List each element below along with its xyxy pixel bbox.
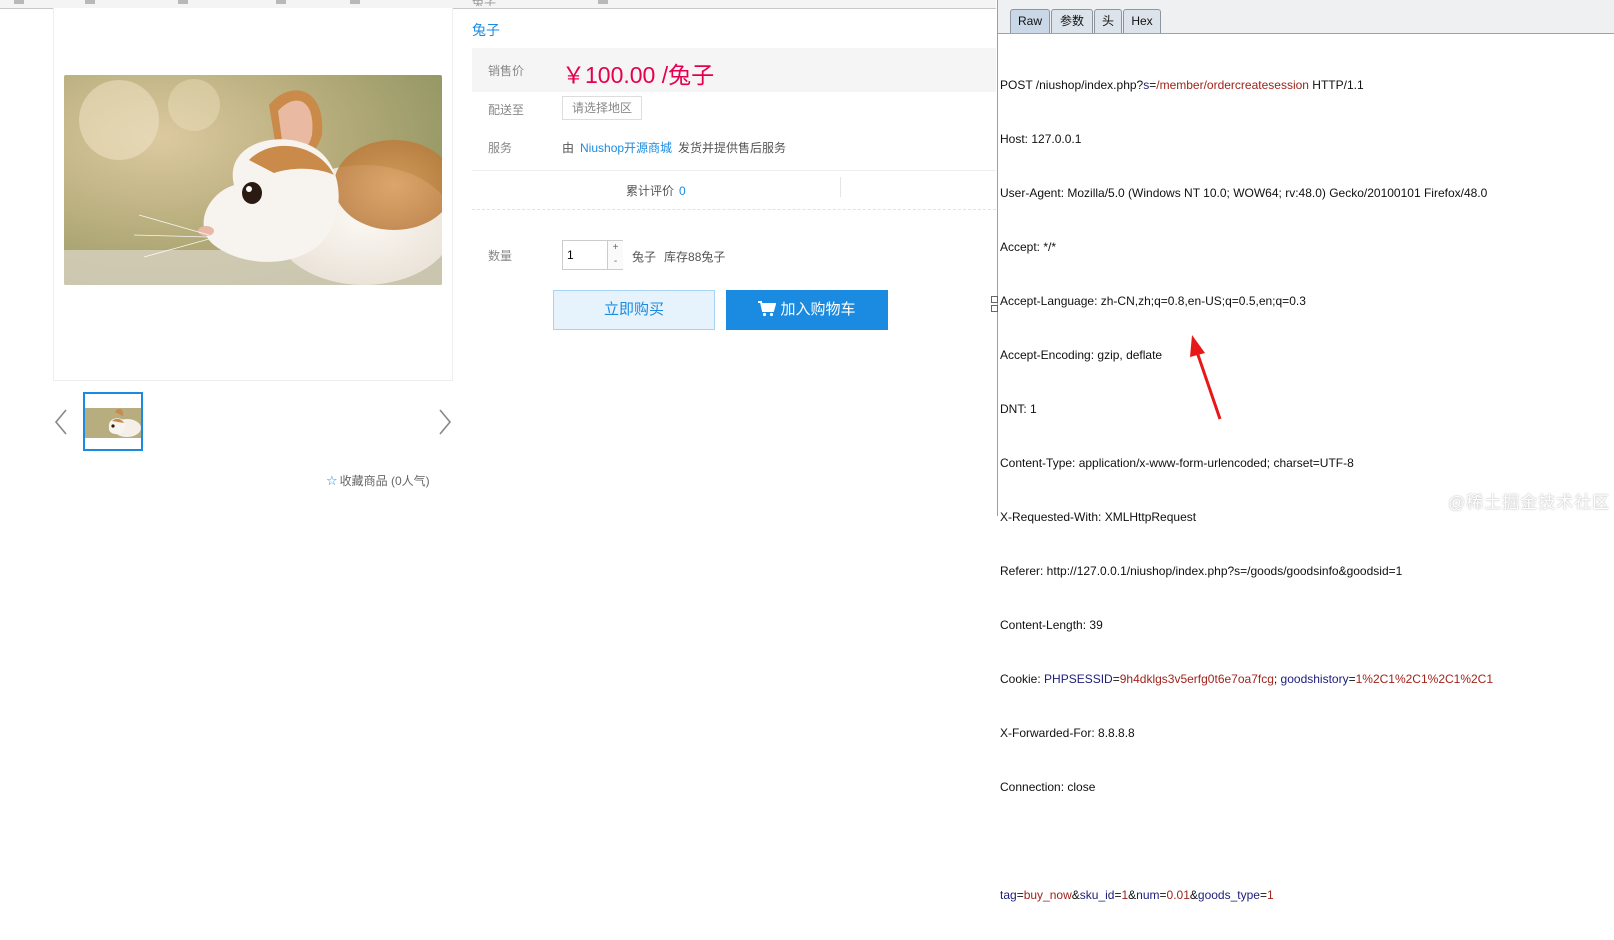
cookie-line: Cookie: PHPSESSID=9h4dklgs3v5erfg0t6e7oa… [1000, 672, 1494, 686]
price-label: 销售价 [488, 64, 525, 78]
buy-now-button[interactable]: 立即购买 [553, 290, 715, 330]
request-line: POST /niushop/index.php?s=/member/orderc… [1000, 78, 1364, 92]
service-prefix: 由 [562, 141, 575, 155]
quantity-stepper: + - [562, 240, 623, 270]
review-count[interactable]: 0 [679, 184, 686, 198]
quantity-input[interactable] [563, 241, 607, 269]
price-value: ￥100.00 /兔子 [562, 62, 715, 88]
product-thumbnail[interactable] [83, 392, 143, 451]
quantity-label: 数量 [488, 249, 513, 263]
tab-headers[interactable]: 头 [1094, 9, 1122, 33]
tab-params[interactable]: 参数 [1051, 9, 1093, 33]
header-line: Content-Type: application/x-www-form-url… [1000, 456, 1354, 470]
burp-tab-bar: Raw 参数 头 Hex [998, 0, 1614, 34]
tab-raw[interactable]: Raw [1010, 9, 1050, 33]
region-label: 配送至 [488, 103, 525, 117]
header-line: Content-Length: 39 [1000, 618, 1103, 632]
star-icon: ☆ [326, 473, 338, 488]
header-line: Accept: */* [1000, 240, 1057, 254]
service-text: 由 Niushop开源商城 发货并提供售后服务 [562, 139, 786, 156]
header-line: Referer: http://127.0.0.1/niushop/index.… [1000, 564, 1403, 578]
divider [840, 177, 841, 197]
quantity-plus-button[interactable]: + [607, 241, 623, 256]
header-line: User-Agent: Mozilla/5.0 (Windows NT 10.0… [1000, 186, 1488, 200]
favorite-label: 收藏商品 (0人气) [339, 474, 430, 488]
product-main-image [64, 75, 442, 285]
header-line: Connection: close [1000, 780, 1096, 794]
review-row: 累计评价 0 [472, 170, 996, 210]
unit-label: 兔子 [632, 250, 657, 264]
watermark: @稀土掘金技术社区 [1448, 493, 1611, 512]
favorite-link[interactable]: ☆ 收藏商品 (0人气) [326, 472, 430, 489]
quantity-minus-button[interactable]: - [607, 255, 623, 269]
add-to-cart-label: 加入购物车 [780, 301, 856, 318]
region-select[interactable]: 请选择地区 [562, 96, 642, 120]
review-label: 累计评价 0 [626, 184, 686, 198]
header-line: Accept-Encoding: gzip, deflate [1000, 348, 1163, 362]
chevron-right-icon[interactable] [437, 408, 453, 436]
add-to-cart-button[interactable]: 加入购物车 [726, 290, 888, 330]
main-image-frame [53, 8, 453, 381]
header-line: Host: 127.0.0.1 [1000, 132, 1082, 146]
cart-icon [758, 301, 777, 317]
service-label: 服务 [488, 141, 513, 155]
shop-link[interactable]: Niushop开源商城 [580, 141, 672, 155]
header-line: DNT: 1 [1000, 402, 1037, 416]
stock-label: 库存88兔子 [664, 250, 726, 264]
request-body: tag=buy_now&sku_id=1&num=0.01&goods_type… [1000, 888, 1274, 902]
red-arrow [1190, 335, 1222, 420]
header-line: Accept-Language: zh-CN,zh;q=0.8,en-US;q=… [1000, 294, 1306, 308]
service-suffix: 发货并提供售后服务 [678, 141, 787, 155]
stock-info: 兔子 库存88兔子 [632, 248, 725, 265]
product-name[interactable]: 兔子 [472, 20, 500, 40]
burp-request-pane: Raw 参数 头 Hex POST /niushop/index.php?s=/… [991, 0, 1614, 902]
header-line: X-Forwarded-For: 8.8.8.8 [1000, 726, 1135, 740]
tab-hex[interactable]: Hex [1123, 9, 1161, 33]
line-markers [991, 296, 1000, 314]
chevron-left-icon[interactable] [53, 408, 69, 436]
product-title-partial: 兔子 [472, 0, 496, 6]
price-row: 销售价 ￥100.00 /兔子 [472, 48, 996, 92]
